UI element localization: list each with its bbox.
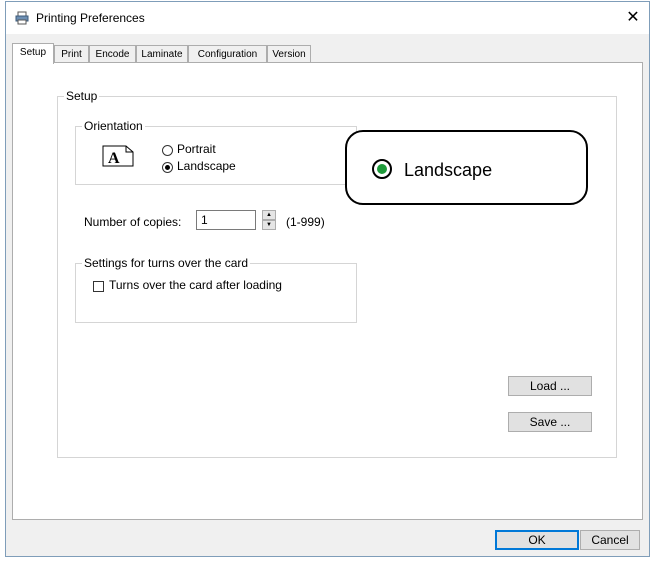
callout-radio-dot — [377, 164, 387, 174]
tab-version[interactable]: Version — [267, 45, 311, 63]
title-bar: Printing Preferences ✕ — [6, 2, 649, 34]
turns-group: Settings for turns over the card Turns o… — [75, 256, 357, 323]
page-icon-glyph: A — [108, 150, 120, 167]
printing-preferences-dialog: Printing Preferences ✕ Setup Print Encod… — [5, 1, 650, 557]
portrait-radio[interactable] — [162, 145, 173, 156]
portrait-label[interactable]: Portrait — [177, 142, 216, 156]
callout-radio-icon — [372, 159, 392, 179]
copies-input[interactable] — [196, 210, 256, 230]
landscape-label[interactable]: Landscape — [177, 159, 236, 173]
close-icon[interactable]: ✕ — [617, 2, 649, 34]
copies-label: Number of copies: — [84, 215, 182, 229]
cancel-button[interactable]: Cancel — [580, 530, 640, 550]
printer-icon — [15, 11, 29, 25]
tab-laminate[interactable]: Laminate — [136, 45, 188, 63]
tab-configuration[interactable]: Configuration — [188, 45, 267, 63]
spin-down-icon[interactable]: ▼ — [262, 220, 276, 230]
landscape-callout: Landscape — [345, 130, 588, 205]
tab-print[interactable]: Print — [54, 45, 89, 63]
save-button[interactable]: Save ... — [508, 412, 592, 432]
setup-group-label: Setup — [64, 89, 100, 103]
turns-checkbox-label[interactable]: Turns over the card after loading — [109, 278, 282, 292]
ok-button[interactable]: OK — [495, 530, 579, 550]
orientation-group-label: Orientation — [82, 119, 145, 133]
turns-group-label: Settings for turns over the card — [82, 256, 251, 270]
tab-encode[interactable]: Encode — [89, 45, 136, 63]
copies-range-hint: (1-999) — [286, 215, 325, 229]
load-button[interactable]: Load ... — [508, 376, 592, 396]
turns-checkbox[interactable] — [93, 281, 104, 292]
landscape-page-icon: A — [102, 145, 134, 167]
tab-setup[interactable]: Setup — [12, 43, 54, 64]
orientation-group: Orientation A Portrait Landscape — [75, 119, 357, 185]
callout-label: Landscape — [404, 160, 493, 180]
landscape-radio[interactable] — [162, 162, 173, 173]
copies-stepper[interactable]: ▲ ▼ — [262, 210, 276, 230]
window-title: Printing Preferences — [36, 11, 145, 25]
spin-up-icon[interactable]: ▲ — [262, 210, 276, 220]
